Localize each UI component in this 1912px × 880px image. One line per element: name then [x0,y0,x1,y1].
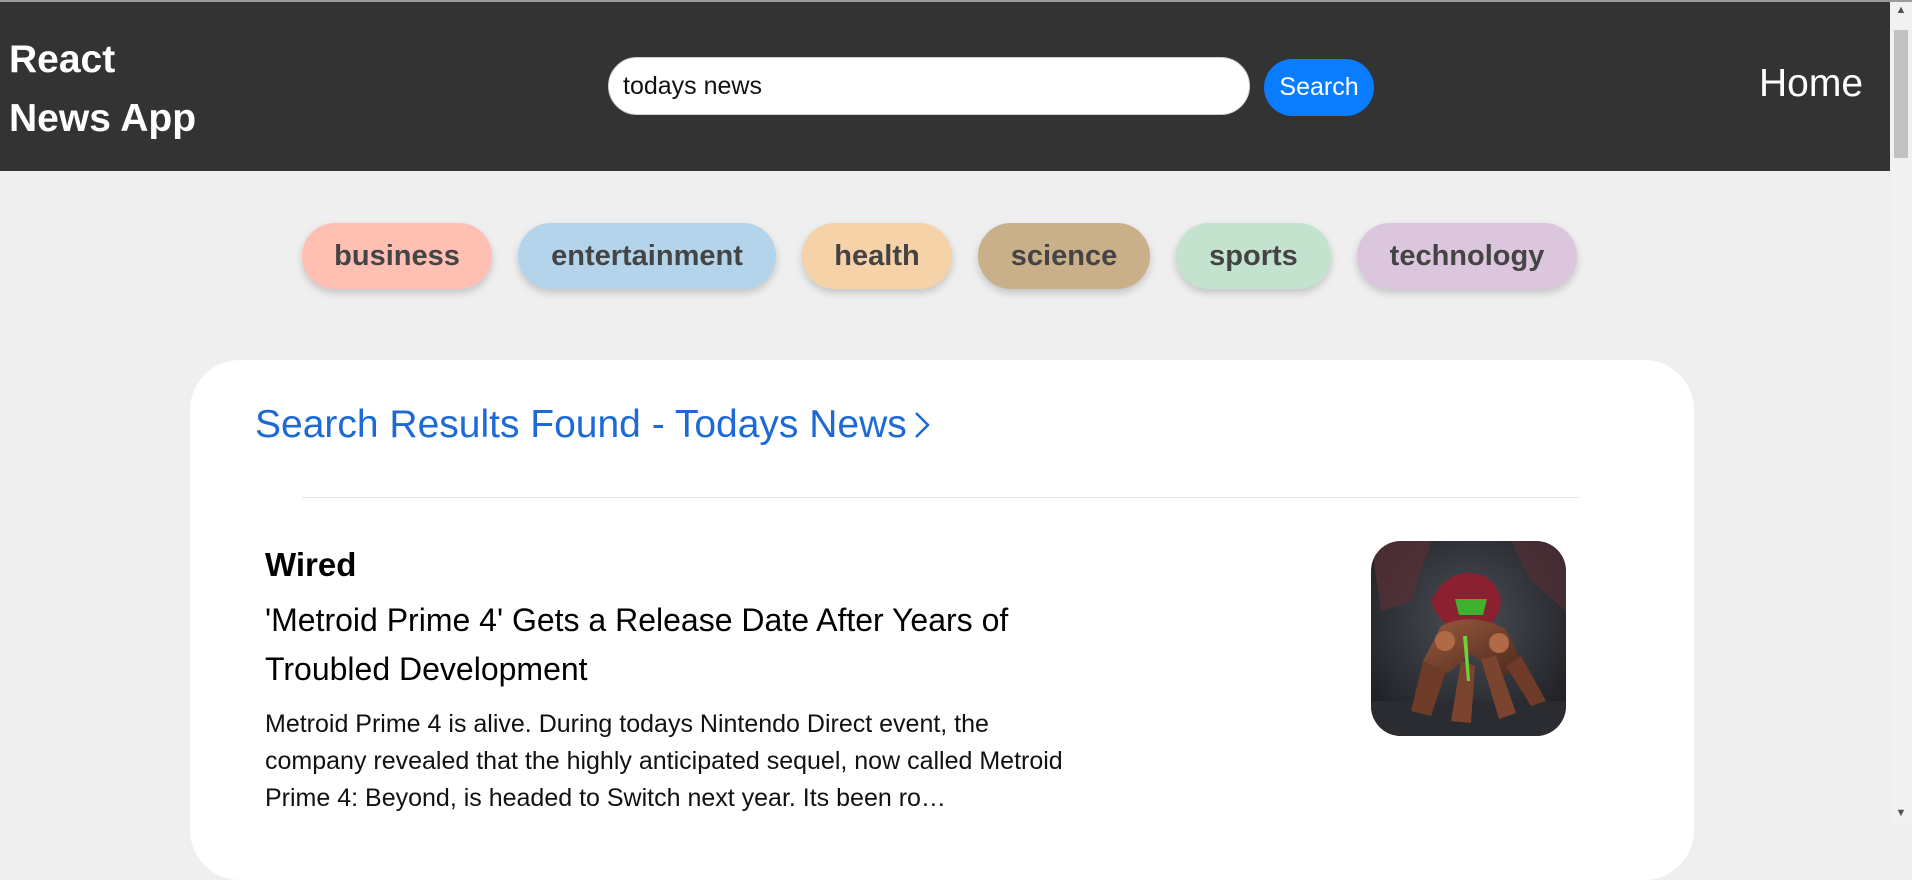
search-button[interactable]: Search [1264,59,1374,116]
article-source: Wired [265,546,357,583]
scroll-up-arrow-icon[interactable]: ▲ [1890,4,1912,16]
search-input[interactable] [608,57,1250,115]
results-title-text: Search Results Found - Todays News [255,403,907,446]
navbar: React News App Search Home [0,2,1890,171]
brand-line-2: News App [9,97,197,140]
category-sports[interactable]: sports [1176,223,1331,289]
category-health[interactable]: health [802,223,952,289]
article-description: Metroid Prime 4 is alive. During todays … [265,710,1063,812]
scrollbar[interactable]: ▲ ▼ [1890,2,1912,825]
article-headline[interactable]: 'Metroid Prime 4' Gets a Release Date Af… [265,596,1065,694]
app-brand[interactable]: React News App [9,30,249,148]
category-technology[interactable]: technology [1357,223,1577,289]
scroll-down-arrow-icon[interactable]: ▼ [1890,807,1912,819]
category-science[interactable]: science [978,223,1150,289]
home-link[interactable]: Home [1759,62,1863,106]
category-entertainment[interactable]: entertainment [518,223,776,289]
category-business[interactable]: business [302,223,492,289]
article-thumbnail[interactable] [1371,541,1566,736]
scrollbar-thumb[interactable] [1894,30,1908,158]
brand-line-1: React [9,38,116,81]
results-title[interactable]: Search Results Found - Todays News [255,403,931,450]
category-bar: business entertainment health science sp… [302,223,1577,289]
chevron-right-icon [913,406,931,450]
results-divider [302,497,1580,498]
